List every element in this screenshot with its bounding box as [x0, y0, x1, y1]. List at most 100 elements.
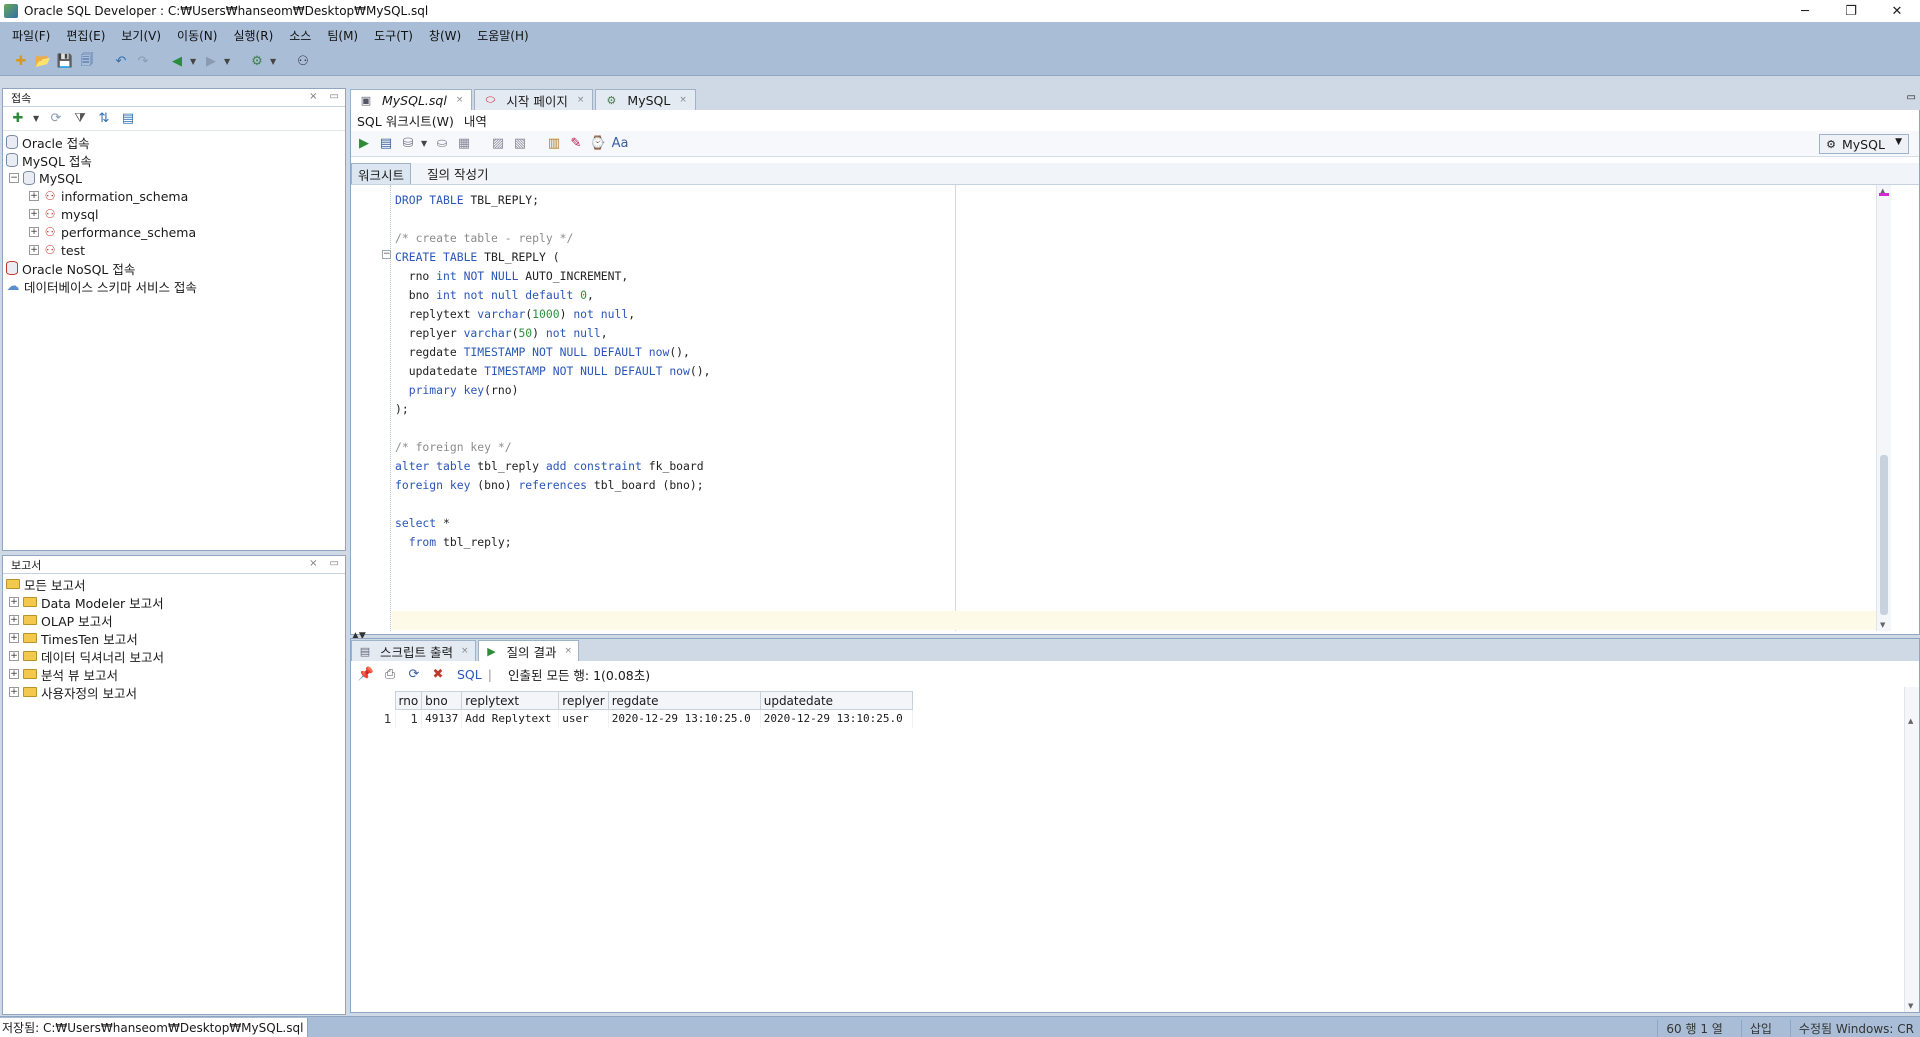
expand-icon[interactable]: +	[9, 633, 19, 643]
expand-icon[interactable]: +	[9, 669, 19, 679]
cell-replyer[interactable]: user	[558, 709, 609, 728]
format-icon[interactable]: Aa	[611, 135, 629, 153]
menu-window[interactable]: 창(W)	[421, 27, 469, 44]
tab-script-output[interactable]: ▤ 스크립트 출력 ×	[351, 640, 476, 661]
save-all-icon[interactable]: 🗐	[78, 53, 96, 71]
migrate-dropdown-icon[interactable]: ▼	[270, 57, 278, 66]
table-row[interactable]: 1 1 49137 Add Replytext user 2020-12-29 …	[353, 709, 913, 728]
binoculars-icon[interactable]: ⚇	[294, 53, 312, 71]
tree-item-schema-service[interactable]: ☁ 데이터베이스 스키마 서비스 접속	[3, 277, 345, 295]
tree-item-performance-schema[interactable]: + ⚇ performance_schema	[3, 223, 345, 241]
menu-tools[interactable]: 도구(T)	[366, 27, 421, 44]
tree-item-mysql-connections[interactable]: MySQL 접속	[3, 151, 345, 169]
close-tab-icon[interactable]: ×	[565, 646, 573, 656]
menu-edit[interactable]: 편집(E)	[58, 27, 113, 44]
new-icon[interactable]: ✚	[12, 53, 30, 71]
tree-item-data-modeler-reports[interactable]: + Data Modeler 보고서	[3, 593, 345, 611]
restore-button[interactable]: ❐	[1828, 0, 1874, 22]
refresh-icon[interactable]: ⟳	[47, 110, 65, 128]
expand-icon[interactable]: +	[9, 597, 19, 607]
close-tab-icon[interactable]: ×	[577, 95, 585, 105]
column-header-updatedate[interactable]: updatedate	[759, 691, 913, 710]
expand-icon[interactable]: +	[29, 227, 39, 237]
back-icon[interactable]: ◀	[168, 53, 186, 71]
menu-navigate[interactable]: 이동(N)	[169, 27, 225, 44]
tree-item-oracle-connections[interactable]: Oracle 접속	[3, 133, 345, 151]
expand-icon[interactable]: +	[9, 651, 19, 661]
expand-icon[interactable]: +	[29, 191, 39, 201]
commit-dropdown-icon[interactable]: ▼	[421, 139, 429, 148]
connection-properties-icon[interactable]: ▤	[119, 110, 137, 128]
tab-worksheet[interactable]: 워크시트	[351, 163, 412, 184]
unshared-sql-icon[interactable]: ▥	[545, 135, 563, 153]
tab-history[interactable]: 내역	[460, 111, 491, 130]
expand-icon[interactable]: +	[29, 209, 39, 219]
panel-close-icon[interactable]: ×	[309, 91, 317, 102]
tree-item-olap-reports[interactable]: + OLAP 보고서	[3, 611, 345, 629]
tree-item-information-schema[interactable]: + ⚇ information_schema	[3, 187, 345, 205]
sql-tuning-icon[interactable]: ▧	[511, 135, 529, 153]
column-header-regdate[interactable]: regdate	[607, 691, 761, 710]
panel-close-icon[interactable]: ×	[309, 558, 317, 569]
cell-replytext[interactable]: Add Replytext	[461, 709, 560, 728]
run-statement-icon[interactable]: ▶	[355, 135, 373, 153]
open-icon[interactable]: 📂	[34, 53, 52, 71]
scroll-down-icon[interactable]: ▼	[1880, 621, 1885, 629]
menu-source[interactable]: 소스	[281, 27, 319, 44]
cell-bno[interactable]: 49137	[421, 709, 463, 728]
close-button[interactable]: ✕	[1874, 0, 1920, 22]
results-vertical-scrollbar[interactable]: ▲ ▼	[1904, 687, 1919, 1012]
undo-icon[interactable]: ↶	[112, 53, 130, 71]
column-header-replytext[interactable]: replytext	[461, 691, 560, 710]
menu-help[interactable]: 도움말(H)	[469, 27, 537, 44]
tab-mysql-sql[interactable]: ▣ MySQL.sql ×	[350, 89, 473, 110]
forward-icon[interactable]: ▶	[202, 53, 220, 71]
add-connection-icon[interactable]: ✚	[9, 110, 27, 128]
tree-item-all-reports[interactable]: 모든 보고서	[3, 575, 345, 593]
expand-icon[interactable]: +	[9, 615, 19, 625]
sql-link[interactable]: SQL	[457, 667, 482, 682]
menu-run[interactable]: 실행(R)	[225, 27, 281, 44]
save-icon[interactable]: 💾	[56, 53, 74, 71]
forward-dropdown-icon[interactable]: ▼	[224, 57, 232, 66]
history-icon[interactable]: ⌚	[589, 135, 607, 153]
back-dropdown-icon[interactable]: ▼	[190, 57, 198, 66]
minimize-button[interactable]: ─	[1782, 0, 1828, 22]
run-script-icon[interactable]: ▤	[377, 135, 395, 153]
close-tab-icon[interactable]: ×	[679, 95, 687, 105]
migrate-icon[interactable]: ⚙	[248, 53, 266, 71]
tree-item-data-dictionary-reports[interactable]: + 데이터 딕셔너리 보고서	[3, 647, 345, 665]
sql-editor[interactable]: − DROP TABLE TBL_REPLY; /* create table …	[351, 185, 1891, 631]
panel-minimize-icon[interactable]: ▭	[330, 91, 339, 102]
editor-vertical-scrollbar[interactable]: ▲ ▼	[1876, 185, 1891, 631]
column-header-replyer[interactable]: replyer	[558, 691, 609, 710]
autotrace-icon[interactable]: ▨	[489, 135, 507, 153]
refresh-icon[interactable]: ⟳	[405, 665, 423, 683]
menu-view[interactable]: 보기(V)	[113, 27, 169, 44]
close-tab-icon[interactable]: ×	[461, 646, 469, 656]
connection-select[interactable]: ⚙ MySQL ▼	[1819, 134, 1909, 154]
scroll-up-icon[interactable]: ▲	[1908, 717, 1913, 725]
redo-icon[interactable]: ↷	[134, 53, 152, 71]
tree-item-oracle-nosql[interactable]: Oracle NoSQL 접속	[3, 259, 345, 277]
cell-regdate[interactable]: 2020-12-29 13:10:25.0	[608, 709, 761, 728]
explain-plan-icon[interactable]: ▦	[455, 135, 473, 153]
menu-file[interactable]: 파일(F)	[4, 27, 58, 44]
tab-sql-worksheet[interactable]: SQL 워크시트(W)	[353, 111, 458, 130]
print-icon[interactable]: ⎙	[381, 665, 399, 683]
filter-icon[interactable]: ⧩	[71, 110, 89, 128]
tree-item-timesten-reports[interactable]: + TimesTen 보고서	[3, 629, 345, 647]
collapse-icon[interactable]: −	[9, 173, 19, 183]
fold-toggle-icon[interactable]: −	[382, 250, 391, 259]
pin-icon[interactable]: 📌	[357, 665, 375, 683]
tab-mysql-connection[interactable]: ⚙ MySQL ×	[595, 89, 696, 110]
cell-rno[interactable]: 1	[395, 709, 423, 728]
scroll-down-icon[interactable]: ▼	[1908, 1002, 1913, 1010]
cancel-query-icon[interactable]: ✖	[429, 665, 447, 683]
add-connection-dropdown-icon[interactable]: ▼	[33, 114, 41, 123]
close-tab-icon[interactable]: ×	[456, 95, 464, 105]
scroll-thumb[interactable]	[1880, 455, 1888, 615]
tab-query-builder[interactable]: 질의 작성기	[421, 163, 494, 184]
commit-icon[interactable]: ⛁	[399, 135, 417, 153]
column-header-bno[interactable]: bno	[421, 691, 463, 710]
